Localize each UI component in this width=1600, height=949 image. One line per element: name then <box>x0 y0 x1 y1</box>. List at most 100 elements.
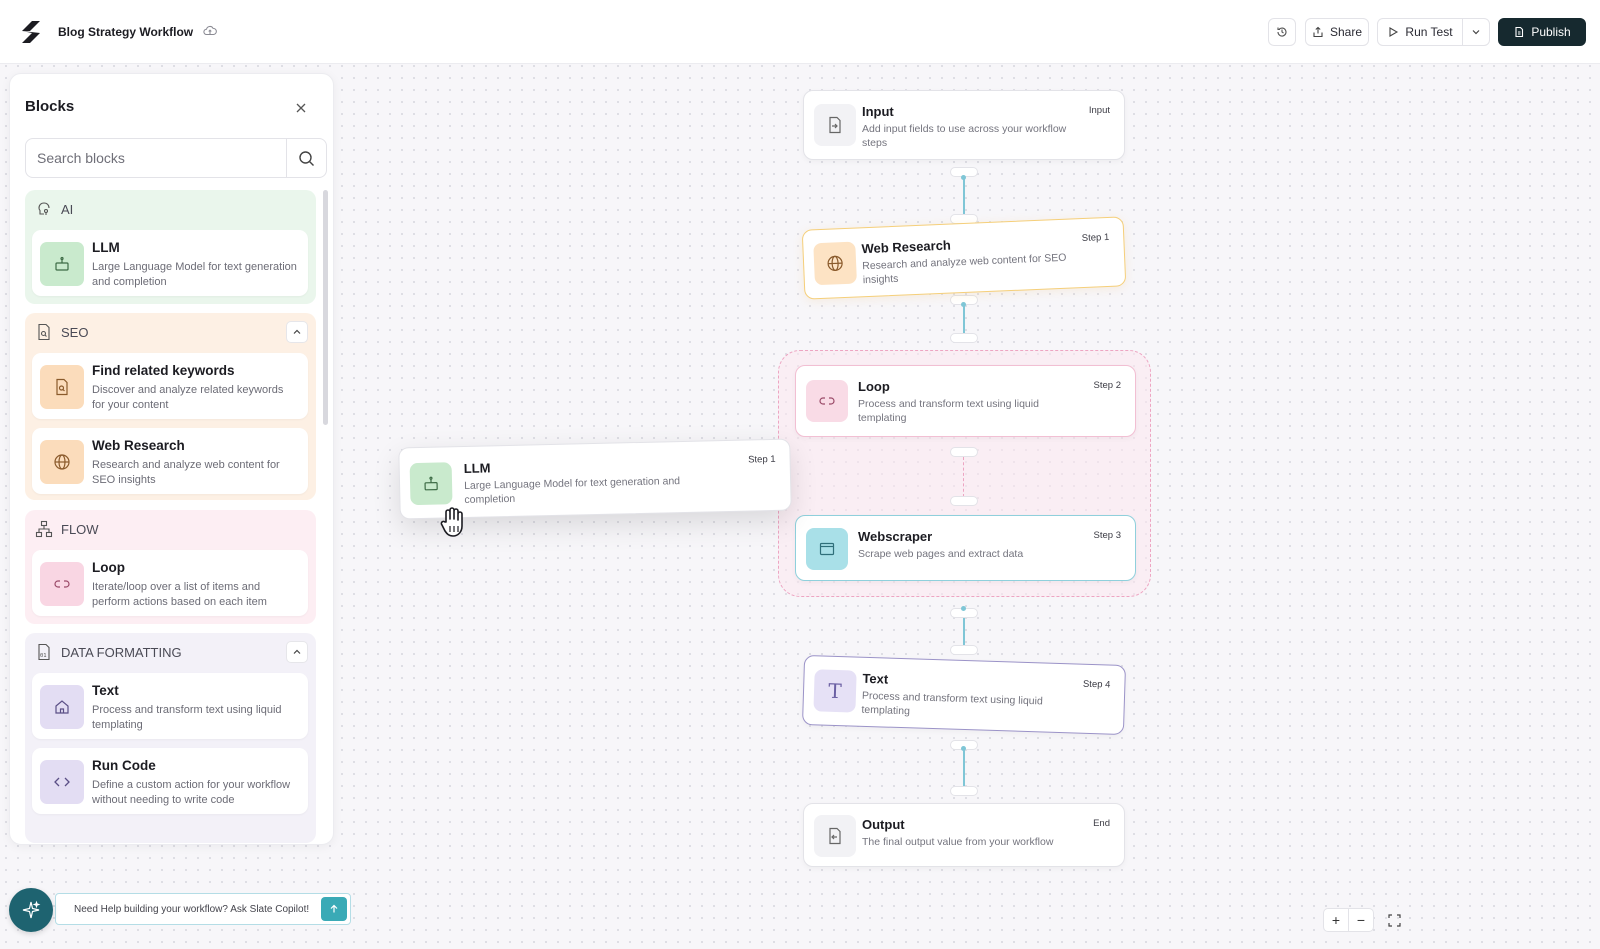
chevron-up-icon <box>293 649 301 654</box>
web-research-block-icon-wrap <box>40 440 84 484</box>
publish-label: Publish <box>1531 25 1571 39</box>
sparkle-icon <box>22 900 41 919</box>
publish-button[interactable]: Publish <box>1498 18 1586 46</box>
sidebar-scrollbar[interactable] <box>323 190 328 425</box>
category-flow: FLOW Loop Iterate/loop over a list of it… <box>25 510 316 624</box>
copilot-prompt-bar[interactable]: Need Help building your workflow? Ask Sl… <box>55 893 351 925</box>
port[interactable] <box>950 447 978 457</box>
category-flow-header[interactable]: FLOW <box>35 510 99 548</box>
dragging-llm-title: LLM <box>463 460 491 476</box>
node-webscraper-desc: Scrape web pages and extract data <box>858 548 1024 560</box>
run-test-dropdown[interactable] <box>1462 18 1490 46</box>
seo-document-icon <box>38 323 50 341</box>
web-research-node-icon-wrap <box>813 241 857 286</box>
input-node-icon-wrap <box>814 104 856 146</box>
svg-text:01: 01 <box>40 653 47 659</box>
node-output-step: End <box>1093 818 1110 829</box>
category-flow-label: FLOW <box>61 521 99 537</box>
text-node-icon-wrap: T <box>813 669 857 713</box>
cloud-sync-icon <box>203 25 217 36</box>
connector-line <box>963 178 965 214</box>
port[interactable] <box>950 333 978 343</box>
block-run-code-title: Run Code <box>92 758 156 773</box>
dragging-llm-desc: Large Language Model for text generation… <box>463 475 681 506</box>
block-web-research[interactable]: Web Research Research and analyze web co… <box>32 428 308 494</box>
node-text-step: Step 4 <box>1082 678 1111 691</box>
port[interactable] <box>950 786 978 796</box>
node-input[interactable]: Input Add input fields to use across you… <box>803 90 1125 160</box>
category-seo-header[interactable]: SEO <box>35 313 88 351</box>
block-text[interactable]: Text Process and transform text using li… <box>32 673 308 739</box>
history-button[interactable] <box>1268 18 1296 46</box>
zoom-in-button[interactable]: + <box>1323 908 1349 932</box>
run-code-block-icon-wrap <box>40 760 84 804</box>
block-find-related-keywords[interactable]: Find related keywords Discover and analy… <box>32 353 308 419</box>
chevron-up-icon <box>293 329 301 334</box>
keywords-block-icon-wrap <box>40 365 84 409</box>
block-llm-desc: Large Language Model for text generation… <box>92 261 297 288</box>
grab-hand-cursor-icon <box>440 507 463 537</box>
port[interactable] <box>950 496 978 506</box>
node-input-step: Input <box>1088 105 1110 116</box>
zoom-out-button[interactable]: − <box>1348 908 1374 932</box>
webscraper-node-icon-wrap <box>806 528 848 570</box>
block-text-title: Text <box>92 683 119 698</box>
category-data-collapse-button[interactable] <box>286 641 308 663</box>
workflow-title[interactable]: Blog Strategy Workflow <box>58 25 193 39</box>
block-llm[interactable]: LLM Large Language Model for text genera… <box>32 230 308 296</box>
loop-block-icon-wrap <box>40 562 84 606</box>
block-loop-title: Loop <box>92 560 125 575</box>
block-keywords-desc: Discover and analyze related keywords fo… <box>92 384 284 411</box>
blocks-title: Blocks <box>25 98 75 115</box>
block-web-research-title: Web Research <box>92 438 185 453</box>
blocks-panel: Blocks AI LLM Large Language Model f <box>9 73 334 845</box>
fullscreen-button[interactable] <box>1381 908 1407 932</box>
history-icon <box>1277 27 1287 37</box>
block-loop[interactable]: Loop Iterate/loop over a list of items a… <box>32 550 308 616</box>
arrow-up-icon <box>330 904 338 913</box>
text-t-icon: T <box>828 678 843 704</box>
play-icon <box>1389 27 1399 37</box>
category-data-label: DATA FORMATTING <box>61 644 182 660</box>
connector-dot <box>961 746 966 751</box>
node-text[interactable]: T Text Process and transform text using … <box>801 654 1127 736</box>
node-loop[interactable]: Loop Process and transform text using li… <box>795 365 1136 437</box>
copilot-send-button[interactable] <box>321 897 347 921</box>
robot-icon <box>424 476 438 491</box>
port[interactable] <box>950 645 978 655</box>
globe-icon <box>827 255 843 272</box>
run-test-button[interactable]: Run Test <box>1377 18 1463 46</box>
category-seo-collapse-button[interactable] <box>286 321 308 343</box>
category-seo: SEO Find related keywords Discover and a… <box>25 313 316 500</box>
share-label: Share <box>1329 25 1363 39</box>
close-panel-button[interactable] <box>287 94 315 122</box>
category-data-formatting: 01 DATA FORMATTING Text Process and tran… <box>25 633 316 843</box>
link-icon <box>54 580 70 588</box>
node-web-research[interactable]: Web Research Research and analyze web co… <box>801 216 1127 300</box>
connector-line-dashed <box>963 457 965 497</box>
copilot-button[interactable] <box>9 888 53 932</box>
search-box <box>25 138 327 178</box>
node-output[interactable]: Output The final output value from your … <box>803 803 1125 867</box>
app-logo-icon[interactable] <box>18 19 44 45</box>
search-input[interactable] <box>26 139 286 177</box>
search-button[interactable] <box>286 139 326 177</box>
globe-icon <box>54 454 70 470</box>
node-web-research-step: Step 1 <box>1081 231 1110 245</box>
share-button[interactable]: Share <box>1305 18 1369 46</box>
block-run-code[interactable]: Run Code Define a custom action for your… <box>32 748 308 814</box>
llm-block-icon-wrap <box>40 242 84 286</box>
category-ai-label: AI <box>61 201 74 217</box>
node-output-desc: The final output value from your workflo… <box>862 836 1054 848</box>
node-webscraper[interactable]: Webscraper Scrape web pages and extract … <box>795 515 1136 581</box>
connector-dot <box>961 175 966 180</box>
node-webscraper-step: Step 3 <box>1093 530 1121 541</box>
data-file-icon: 01 <box>38 643 50 661</box>
block-keywords-title: Find related keywords <box>92 363 235 378</box>
category-data-header[interactable]: 01 DATA FORMATTING <box>35 633 182 671</box>
block-text-desc: Process and transform text using liquid … <box>92 704 282 731</box>
search-icon <box>299 150 314 166</box>
top-bar: Blog Strategy Workflow Share Run Test Pu… <box>0 0 1600 64</box>
category-ai-header[interactable]: AI <box>35 190 73 228</box>
category-ai: AI LLM Large Language Model for text gen… <box>25 190 316 304</box>
